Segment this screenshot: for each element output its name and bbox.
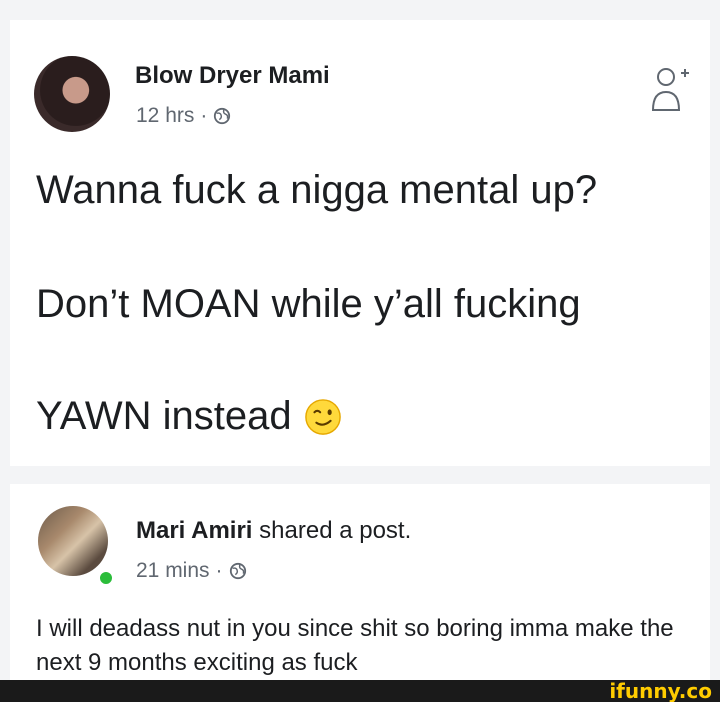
post-card: Blow Dryer Mami 12 hrs · Wanna fuck a ni… — [10, 20, 710, 466]
add-friend-icon[interactable] — [650, 64, 690, 114]
post-text-line-3-text: YAWN instead — [36, 394, 292, 438]
ifunny-watermark-logo: ifunny.co — [609, 679, 712, 702]
post-text-line-3: YAWN instead — [36, 394, 342, 439]
meta-separator: · — [215, 559, 223, 582]
sharer-avatar[interactable] — [38, 506, 108, 576]
shared-post-text: I will deadass nut in you since shit so … — [36, 615, 674, 676]
winking-face-emoji-icon — [304, 398, 341, 435]
author-avatar[interactable] — [34, 56, 110, 132]
post-text-line-1: Wanna fuck a nigga mental up? — [36, 168, 598, 212]
shared-post-meta: 21 mins · — [136, 559, 247, 583]
shared-action-text: shared a post. — [259, 517, 412, 544]
post-meta: 12 hrs · — [136, 104, 231, 128]
watermark-bar: ifunny.co — [0, 680, 720, 702]
meta-separator: · — [200, 104, 208, 127]
post-time[interactable]: 12 hrs — [136, 104, 194, 128]
globe-icon — [229, 562, 246, 580]
author-name[interactable]: Blow Dryer Mami — [135, 62, 330, 90]
sharer-name-line: Mari Amiri shared a post. — [136, 517, 411, 545]
sharer-name[interactable]: Mari Amiri — [136, 517, 252, 544]
globe-icon — [214, 107, 231, 125]
post-text-line-2: Don’t MOAN while y’all fucking — [36, 282, 581, 326]
online-status-indicator — [98, 570, 114, 586]
shared-post-time[interactable]: 21 mins — [136, 559, 210, 583]
shared-post-card: Mari Amiri shared a post. 21 mins · I wi… — [10, 484, 710, 682]
